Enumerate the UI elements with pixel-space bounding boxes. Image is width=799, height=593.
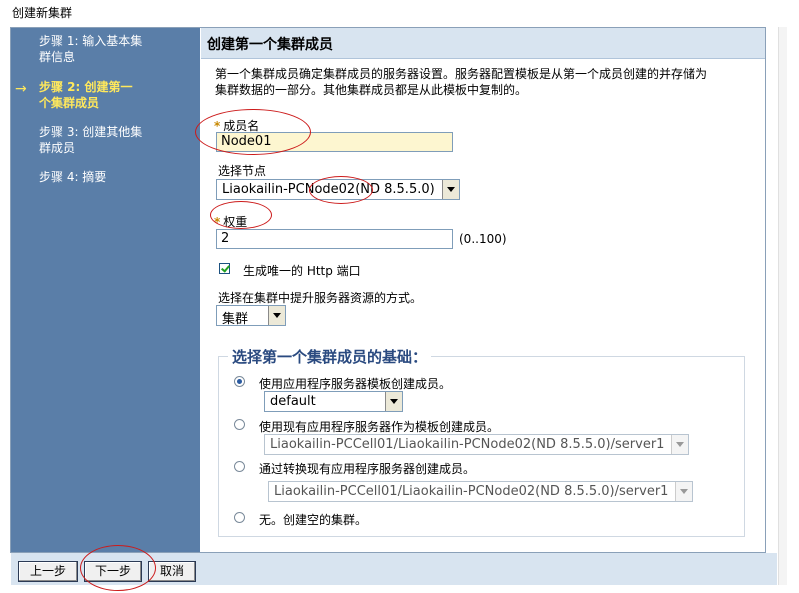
chevron-down-icon[interactable] — [442, 180, 459, 199]
sidebar-step-label: 个集群成员 — [39, 96, 100, 110]
basis-existing-server-radio[interactable] — [234, 419, 245, 430]
weight-input[interactable]: 2 — [216, 229, 453, 249]
unique-http-port-checkbox[interactable] — [219, 263, 230, 274]
sidebar-step-label: 步骤 4: 摘要 — [39, 170, 107, 184]
sidebar-step-2: 步骤 2: 创建第一 个集群成员 — [39, 79, 179, 111]
basis-template-label: 使用应用程序服务器模板创建成员。 — [259, 377, 452, 391]
unique-http-port-label: 生成唯一的 Http 端口 — [243, 264, 361, 278]
template-select[interactable]: default — [264, 391, 403, 412]
chevron-down-icon[interactable] — [671, 435, 688, 454]
annotation-ellipse-member-name — [195, 109, 311, 155]
window-title: 创建新集群 — [12, 6, 73, 20]
basis-empty-radio[interactable] — [234, 512, 245, 523]
section-header: 创建第一个集群成员 — [201, 28, 765, 59]
sidebar-step-3[interactable]: 步骤 3: 创建其他集 群成员 — [39, 124, 179, 156]
chevron-down-icon[interactable] — [385, 392, 402, 411]
weight-range-hint: (0..100) — [459, 232, 507, 246]
existing-server-select-value: Liaokailin-PCCell01/Liaokailin-PCNode02(… — [270, 437, 665, 452]
basis-legend: 选择第一个集群成员的基础： — [228, 346, 432, 367]
existing-server-select[interactable]: Liaokailin-PCCell01/Liaokailin-PCNode02(… — [264, 434, 689, 455]
chevron-down-icon[interactable] — [268, 306, 285, 325]
wizard-sidebar: 步骤 1: 输入基本集 群信息 → 步骤 2: 创建第一 个集群成员 步骤 3:… — [11, 28, 200, 552]
section-description: 第一个集群成员确定集群成员的服务器设置。服务器配置模板是从第一个成员创建的并存储… — [215, 67, 708, 97]
resource-method-label: 选择在集群中提升服务器资源的方式。 — [218, 291, 423, 305]
basis-existing-server-label: 使用现有应用程序服务器作为模板创建成员。 — [259, 420, 500, 434]
sidebar-step-label: 群信息 — [39, 50, 76, 64]
section-title: 创建第一个集群成员 — [207, 37, 333, 53]
current-step-arrow-icon: → — [15, 81, 27, 97]
sidebar-step-label: 步骤 2: 创建第一 — [39, 80, 133, 94]
sidebar-step-label: 群成员 — [39, 141, 76, 155]
sidebar-step-1[interactable]: 步骤 1: 输入基本集 群信息 — [39, 33, 179, 65]
annotation-ellipse-node — [309, 176, 373, 204]
previous-button[interactable]: 上一步 — [18, 561, 78, 582]
node-label: 选择节点 — [218, 164, 267, 178]
basis-template-radio[interactable] — [234, 376, 245, 387]
basis-convert-server-label: 通过转换现有应用程序服务器创建成员。 — [259, 462, 476, 476]
convert-server-select-value: Liaokailin-PCCell01/Liaokailin-PCNode02(… — [274, 484, 669, 499]
resource-method-value: 集群 — [222, 312, 249, 327]
resource-method-select[interactable]: 集群 — [216, 305, 286, 327]
basis-convert-server-radio[interactable] — [234, 461, 245, 472]
sidebar-step-4[interactable]: 步骤 4: 摘要 — [39, 169, 179, 185]
sidebar-step-label: 步骤 3: 创建其他集 — [39, 125, 143, 139]
basis-empty-label: 无。创建空的集群。 — [259, 513, 368, 527]
annotation-ellipse-next — [80, 545, 156, 591]
chevron-down-icon[interactable] — [675, 482, 692, 501]
convert-server-select[interactable]: Liaokailin-PCCell01/Liaokailin-PCNode02(… — [268, 481, 693, 502]
annotation-ellipse-weight — [210, 201, 272, 229]
sidebar-step-label: 步骤 1: 输入基本集 — [39, 34, 143, 48]
template-select-value: default — [270, 394, 316, 409]
scrollbar[interactable] — [778, 27, 787, 585]
